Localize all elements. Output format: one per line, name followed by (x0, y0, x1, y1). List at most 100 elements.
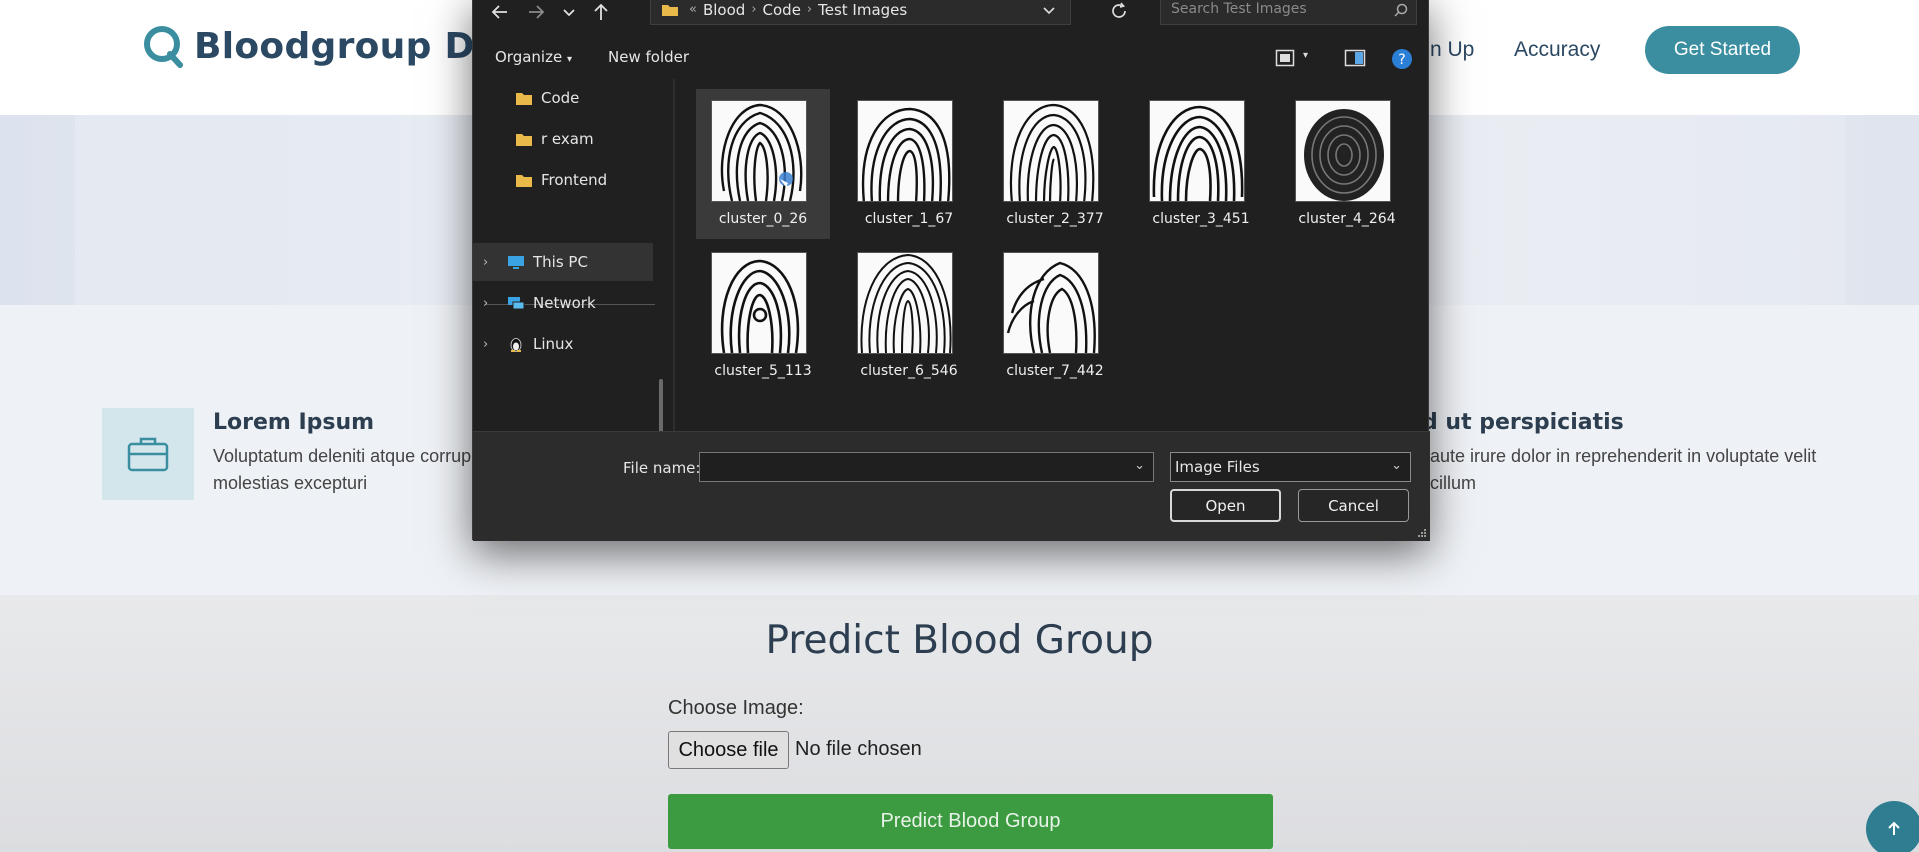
folder-icon (516, 92, 532, 105)
feature-title: Lorem Ipsum (213, 410, 375, 435)
new-folder-button[interactable]: New folder (608, 48, 689, 66)
file-name-label: File name: (623, 459, 701, 477)
nav-item-label: Code (541, 89, 580, 107)
site-logo[interactable]: Bloodgroup Det (142, 24, 517, 68)
choose-image-label: Choose Image: (668, 697, 804, 719)
nav-item-code[interactable]: Code (473, 79, 653, 117)
organize-menu[interactable]: Organize ▾ (495, 48, 572, 66)
navigation-pane: Code r exam Frontend › This PC › Network… (473, 79, 663, 489)
brand-name: Bloodgroup Det (194, 25, 517, 67)
nav-item-linux[interactable]: › Linux (473, 325, 653, 363)
up-folder-arrow-icon[interactable] (590, 1, 612, 23)
file-item[interactable]: cluster_6_546 (842, 241, 976, 391)
dialog-footer: File name: ⌄ Image Files ⌄ Open Cancel (473, 431, 1430, 541)
fingerprint-thumbnail (1003, 252, 1099, 354)
nav-item-label: r exam (541, 130, 594, 148)
breadcrumb-item[interactable]: Blood (703, 1, 745, 19)
file-item[interactable]: cluster_1_67 (842, 89, 976, 239)
expand-chevron-icon[interactable]: › (483, 337, 501, 352)
fingerprint-thumbnail (1149, 100, 1245, 202)
dropdown-caret-icon: ▾ (566, 54, 573, 65)
nav-item-label: Frontend (541, 171, 608, 189)
nav-item-this-pc[interactable]: › This PC (473, 243, 653, 281)
address-toolbar: « Blood › Code › Test Images Search Test… (473, 0, 1430, 29)
breadcrumb-item[interactable]: Code (763, 1, 801, 19)
address-dropdown-chevron-icon[interactable] (1042, 3, 1056, 17)
file-name: cluster_3_451 (1152, 211, 1250, 227)
scroll-to-top-button[interactable] (1866, 801, 1919, 852)
help-icon[interactable]: ? (1391, 48, 1413, 70)
feature-description-line: molestias excepturi (213, 473, 368, 493)
recent-locations-chevron-icon[interactable] (558, 1, 580, 23)
arrow-up-icon (1888, 821, 1900, 835)
file-item[interactable]: cluster_7_442 (988, 241, 1122, 391)
file-name: cluster_4_264 (1298, 211, 1396, 227)
feature-title: d ut perspiciatis (1422, 410, 1624, 435)
feature-description-line: Voluptatum deleniti atque corrup (213, 446, 472, 466)
address-bar[interactable]: « Blood › Code › Test Images (650, 0, 1071, 25)
fingerprint-thumbnail (857, 252, 953, 354)
feature-description-line: aute irure dolor in reprehenderit in vol… (1430, 446, 1817, 466)
preview-pane-icon[interactable] (1344, 49, 1366, 67)
nav-link-accuracy[interactable]: Accuracy (1514, 38, 1600, 62)
file-status-text: No file chosen (795, 738, 922, 760)
fingerprint-thumbnail (1295, 100, 1391, 202)
nav-item-network[interactable]: › Network (473, 284, 653, 322)
command-bar: Organize ▾ New folder ▾ ? (473, 39, 1430, 77)
expand-chevron-icon[interactable]: › (483, 255, 501, 270)
breadcrumb-overflow[interactable]: « (689, 2, 697, 17)
file-name: cluster_5_113 (714, 363, 812, 379)
briefcase-icon (127, 437, 169, 472)
breadcrumb-item[interactable]: Test Images (818, 1, 907, 19)
refresh-icon[interactable] (1109, 1, 1129, 21)
fingerprint-thumbnail (711, 100, 807, 202)
file-name-input[interactable]: ⌄ (699, 452, 1154, 482)
nav-item-label: This PC (533, 253, 588, 271)
choose-file-button[interactable]: Choose file (668, 731, 789, 769)
feature-description: aute irure dolor in reprehenderit in vol… (1430, 443, 1816, 497)
computer-icon (508, 255, 524, 269)
organize-label: Organize (495, 48, 563, 66)
file-item[interactable]: cluster_2_377 (988, 89, 1122, 239)
file-item[interactable]: cluster_4_264 (1280, 89, 1414, 239)
file-item[interactable]: cluster_5_113 (696, 241, 830, 391)
file-type-dropdown-chevron-icon: ⌄ (1391, 458, 1402, 473)
nav-link-signup[interactable]: n Up (1430, 38, 1474, 62)
predict-title: Predict Blood Group (765, 618, 1154, 663)
logo-q-icon (144, 26, 183, 68)
file-name: cluster_1_67 (864, 211, 954, 227)
file-open-dialog: « Blood › Code › Test Images Search Test… (472, 0, 1430, 541)
linux-penguin-icon (510, 337, 522, 352)
search-icon (1394, 3, 1408, 17)
file-type-value: Image Files (1175, 458, 1260, 476)
fingerprint-thumbnail (711, 252, 807, 354)
file-item[interactable]: cluster_0_26 (696, 89, 830, 239)
breadcrumb-separator-icon: › (806, 2, 813, 17)
nav-item-r-exam[interactable]: r exam (473, 120, 653, 158)
file-name-dropdown-chevron-icon[interactable]: ⌄ (1134, 458, 1145, 473)
open-button[interactable]: Open (1170, 489, 1281, 522)
predict-submit-button[interactable]: Predict Blood Group (668, 794, 1273, 849)
fingerprint-thumbnail (1003, 100, 1099, 202)
view-mode-icon[interactable] (1275, 49, 1295, 67)
view-options-caret-icon[interactable]: ▾ (1303, 50, 1308, 61)
pane-splitter[interactable] (673, 79, 675, 431)
cancel-button[interactable]: Cancel (1298, 489, 1409, 522)
file-item[interactable]: cluster_3_451 (1134, 89, 1268, 239)
file-name: cluster_7_442 (1006, 363, 1104, 379)
svg-text:?: ? (1398, 52, 1405, 68)
back-arrow-icon[interactable] (489, 1, 511, 23)
nav-item-label: Linux (533, 335, 574, 353)
network-icon (508, 296, 525, 309)
forward-arrow-icon[interactable] (525, 1, 547, 23)
resize-grip-icon[interactable] (1417, 528, 1427, 538)
file-type-select[interactable]: Image Files ⌄ (1170, 452, 1411, 482)
feature-description: Voluptatum deleniti atque corrup molesti… (213, 443, 471, 497)
expand-chevron-icon[interactable]: › (483, 296, 501, 311)
fingerprint-thumbnail (857, 100, 953, 202)
search-input[interactable]: Search Test Images (1160, 0, 1417, 25)
nav-item-frontend[interactable]: Frontend (473, 161, 653, 199)
folder-icon (662, 4, 678, 16)
feature-icon-box (102, 408, 194, 500)
get-started-button[interactable]: Get Started (1645, 26, 1800, 74)
